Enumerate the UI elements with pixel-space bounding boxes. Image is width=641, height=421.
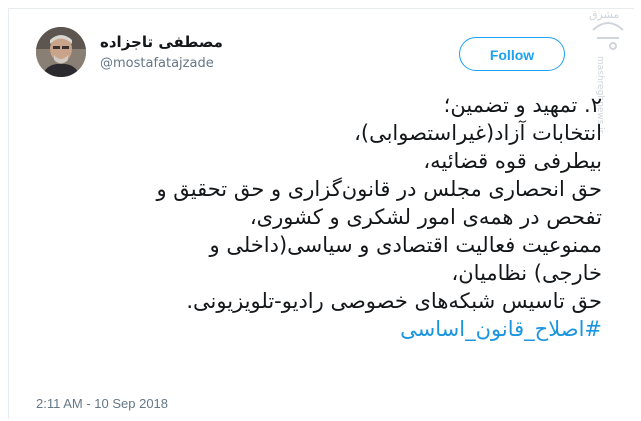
tweet-line: ۲. تمهید و تضمین؛ [443, 93, 602, 117]
tweet-line: حق تاسیس شبکه‌های خصوصی رادیو-تلویزیونی. [186, 289, 602, 313]
avatar[interactable] [36, 27, 86, 77]
tweet-line: ممنوعیت فعالیت اقتصادی و سیاسی(داخلی و [209, 233, 603, 257]
follow-button[interactable]: Follow [459, 37, 565, 71]
tweet-line: خارجی) نظامیان، [451, 261, 602, 285]
tweet-line: بیطرفی قوه قضائیه، [423, 149, 602, 173]
author-name[interactable]: مصطفی تاجزاده [100, 33, 223, 51]
tweet-line: تفحص در همه‌ی امور لشکری و کشوری، [249, 205, 602, 229]
hashtag-link[interactable]: #اصلاح_قانون_اساسی [36, 315, 602, 343]
author-handle[interactable]: @mostafatajzade [100, 56, 214, 71]
tweet-line: حق انحصاری مجلس در قانون‌گزاری و حق تحقی… [156, 177, 602, 201]
tweet-timestamp[interactable]: 2:11 AM - 10 Sep 2018 [36, 396, 168, 411]
tweet-line: انتخابات آزاد(غیراستصوابی)، [354, 121, 602, 145]
tweet-text: ۲. تمهید و تضمین؛ انتخابات آزاد(غیراستصو… [36, 91, 602, 343]
watermark-brand: مشرق [589, 8, 620, 21]
avatar-photo-icon [36, 27, 86, 77]
